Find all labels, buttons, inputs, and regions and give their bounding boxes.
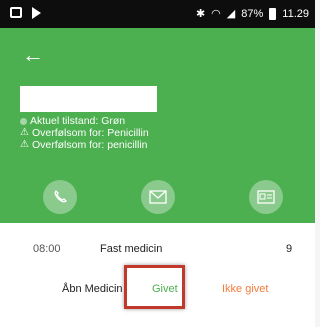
id-card-button[interactable]: [249, 180, 283, 214]
status-bar: ✱ ◠ ◢ 87% 11.29: [0, 0, 315, 28]
gallery-icon: [10, 7, 22, 18]
given-button[interactable]: Givet: [152, 283, 178, 295]
condition-text: Aktuel tilstand: Grøn: [30, 115, 126, 127]
allergy-line: ⚠ Overfølsom for: penicillin: [20, 139, 149, 151]
medication-time: 08:00: [33, 243, 61, 255]
arrow-left-icon: ←: [22, 42, 44, 67]
back-button[interactable]: ←: [22, 44, 44, 66]
status-dot-icon: [20, 117, 27, 125]
battery-percentage: 87%: [241, 7, 264, 20]
medication-card: 08:00 Fast medicin 9 Åbn Medicin Givet I…: [0, 223, 315, 327]
allergy-line: ⚠ Overfølsom for: Penicillin: [20, 127, 149, 139]
call-button[interactable]: [43, 180, 77, 214]
condition-line: Aktuel tilstand: Grøn: [20, 115, 149, 127]
allergy-text: Overfølsom for: penicillin: [31, 139, 148, 151]
id-card-icon: [257, 190, 275, 204]
signal-icon: ◢: [226, 8, 236, 20]
not-given-button[interactable]: Ikke givet: [222, 283, 268, 295]
patient-header: ← Aktuel tilstand: Grøn ⚠ Overfølsom for…: [0, 28, 315, 223]
allergy-text: Overfølsom for: Penicillin: [31, 127, 149, 139]
bluetooth-icon: ✱: [195, 8, 206, 20]
warning-icon: ⚠: [20, 127, 29, 138]
mail-icon: [149, 190, 167, 204]
medication-count: 9: [286, 243, 293, 255]
patient-name: [20, 86, 157, 112]
medication-title: Fast medicin: [100, 243, 163, 255]
message-button[interactable]: [141, 180, 175, 214]
warning-icon: ⚠: [20, 139, 29, 150]
wifi-icon: ◠: [211, 8, 221, 20]
patient-info: Aktuel tilstand: Grøn ⚠ Overfølsom for: …: [20, 115, 149, 151]
phone-icon: [54, 190, 67, 203]
open-medicine-button[interactable]: Åbn Medicin: [62, 283, 123, 295]
battery-icon: [269, 7, 277, 20]
clock: 11.29: [282, 7, 309, 20]
play-icon: [32, 7, 41, 19]
